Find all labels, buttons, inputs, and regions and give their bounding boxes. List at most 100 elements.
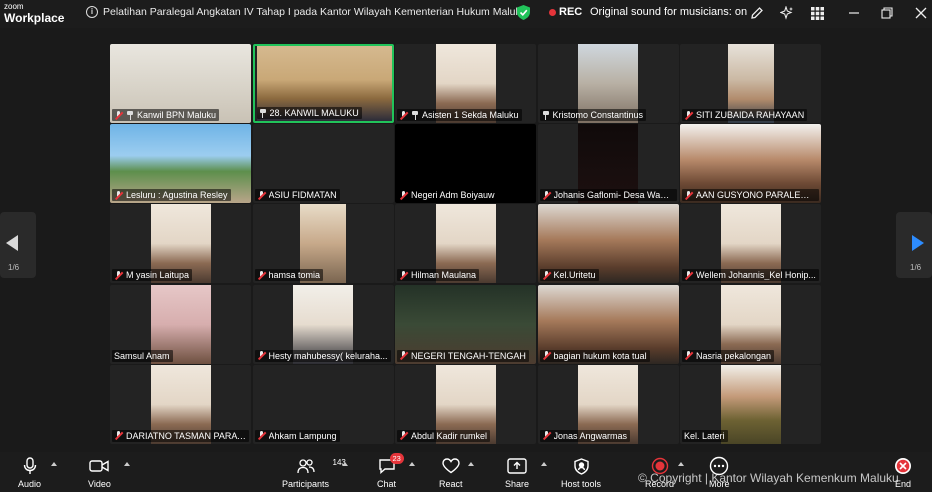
participant-name: Samsul Anam	[114, 350, 170, 361]
pin-icon	[259, 108, 267, 118]
share-options-caret-icon[interactable]	[541, 462, 547, 466]
heart-icon	[442, 456, 460, 476]
participant-tile[interactable]: Nasria pekalongan	[680, 284, 821, 364]
restore-icon[interactable]	[878, 4, 896, 22]
participant-name: Kanwil BPN Maluku	[137, 110, 217, 120]
microphone-icon	[23, 456, 37, 476]
participant-name-bar: Lesluru : Agustina Resley	[112, 189, 231, 202]
participant-name-bar: bagian hukum kota tual	[539, 349, 650, 362]
participant-name: M yasin Laitupa	[126, 270, 190, 281]
participant-tile[interactable]: Kel. Lateri	[680, 364, 821, 444]
participant-name-bar: hamsa tomia	[254, 269, 324, 282]
host-tools-button[interactable]: Host tools	[561, 456, 601, 489]
participant-name: AAN GUSYONO PARALEGAL...	[696, 190, 816, 201]
participant-name-bar: Samsul Anam	[112, 349, 173, 362]
copyright-watermark: © Copyright | Kantor Wilayah Kemenkum Ma…	[638, 471, 899, 485]
previous-page-button[interactable]: 1/6	[0, 212, 36, 278]
original-sound-status[interactable]: Original sound for musicians: on	[590, 6, 747, 18]
participant-tile[interactable]: ASIU FIDMATAN	[252, 124, 394, 204]
mic-muted-icon	[542, 190, 551, 200]
minimize-icon[interactable]	[845, 4, 863, 22]
participant-name-bar: Wellem Johannis_Kel Honip...	[682, 269, 819, 282]
info-icon[interactable]: i	[86, 6, 98, 18]
participant-tile[interactable]: DARIATNO TASMAN PARA ...	[110, 364, 251, 444]
mic-muted-icon	[114, 190, 124, 200]
video-button[interactable]: Video	[88, 456, 111, 489]
participant-name-bar: DARIATNO TASMAN PARA ...	[112, 429, 249, 442]
pencil-icon[interactable]	[748, 4, 766, 22]
participant-tile[interactable]: hamsa tomia	[252, 204, 394, 284]
participant-tile[interactable]: AAN GUSYONO PARALEGAL...	[680, 124, 821, 204]
participant-name: hamsa tomia	[268, 270, 321, 281]
video-options-caret-icon[interactable]	[124, 462, 130, 466]
mic-muted-icon	[542, 431, 551, 441]
chat-button[interactable]: 23 Chat	[377, 453, 404, 489]
host-tools-shield-icon	[573, 456, 589, 476]
record-options-caret-icon[interactable]	[678, 462, 684, 466]
participants-options-caret-icon[interactable]	[342, 462, 348, 466]
participant-tile[interactable]: Kel.Uritetu	[537, 204, 679, 284]
mic-muted-icon	[684, 270, 694, 280]
participant-tile[interactable]: Abdul Kadir rumkel	[395, 364, 536, 444]
mic-muted-icon	[257, 431, 266, 441]
mic-muted-icon	[114, 270, 124, 280]
audio-options-caret-icon[interactable]	[51, 462, 57, 466]
gallery-view: Kanwil BPN Maluku 28. KANWIL MALUKU Asiste…	[110, 44, 821, 444]
chat-options-caret-icon[interactable]	[409, 462, 415, 466]
participant-tile[interactable]: Lesluru : Agustina Resley	[110, 124, 251, 204]
mic-muted-icon	[399, 351, 409, 360]
participant-tile[interactable]: Hilman Maulana	[395, 204, 536, 284]
mic-muted-icon	[542, 351, 551, 360]
participant-name-bar: Johanis Gaflomi- Desa Wabl...	[539, 189, 677, 202]
participant-tile[interactable]: Jonas Angwarmas	[537, 364, 679, 444]
participant-tile[interactable]: Kristomo Constantinus	[537, 44, 679, 123]
audio-label: Audio	[18, 479, 42, 489]
mic-muted-icon	[114, 431, 124, 441]
next-page-button[interactable]: 1/6	[896, 212, 932, 278]
security-shield-icon[interactable]	[517, 5, 530, 20]
share-screen-icon	[507, 456, 527, 476]
participant-name-bar: Kristomo Constantinus	[539, 109, 647, 121]
participant-name: SITI ZUBAIDA RAHAYAAN	[696, 110, 805, 120]
participants-label: Participants	[282, 479, 330, 489]
participant-tile[interactable]: NEGERI TENGAH-TENGAH	[395, 284, 536, 364]
pin-icon	[411, 110, 419, 120]
mic-muted-icon	[257, 351, 266, 360]
react-options-caret-icon[interactable]	[468, 462, 474, 466]
participant-tile[interactable]: Negeri Adm Boiyauw	[395, 124, 536, 204]
video-label: Video	[88, 479, 111, 489]
participant-tile[interactable]: Samsul Anam	[110, 284, 251, 364]
title-bar: zoom Workplace i Pelatihan Paralegal Ang…	[0, 0, 932, 28]
participant-name: NEGERI TENGAH-TENGAH	[411, 350, 526, 361]
participant-tile[interactable]: Hesty mahubessy( keluraha...	[252, 284, 394, 364]
participant-tile[interactable]: Kanwil BPN Maluku	[110, 44, 251, 123]
pin-icon	[126, 110, 134, 120]
grid-icon[interactable]	[808, 4, 826, 22]
participant-name: 28. KANWIL MALUKU	[269, 108, 359, 118]
participant-name: Kel. Lateri	[684, 430, 725, 441]
participant-name-bar: 28. KANWIL MALUKU	[256, 107, 362, 119]
participant-name: Negeri Adm Boiyauw	[411, 190, 495, 201]
close-icon[interactable]	[912, 4, 930, 22]
participant-tile[interactable]: Ahkam Lampung	[252, 364, 394, 444]
participant-tile[interactable]: 28. KANWIL MALUKU	[252, 44, 394, 123]
chat-badge: 23	[389, 453, 404, 464]
audio-button[interactable]: Audio	[18, 456, 41, 489]
participant-tile[interactable]: bagian hukum kota tual	[537, 284, 679, 364]
react-button[interactable]: React	[439, 456, 463, 489]
mic-muted-icon	[542, 270, 551, 280]
share-button[interactable]: Share	[505, 456, 529, 489]
participant-tile[interactable]: Asisten 1 Sekda Maluku	[395, 44, 536, 123]
participant-tile[interactable]: Wellem Johannis_Kel Honip...	[680, 204, 821, 284]
participants-button[interactable]: 143 Participants	[282, 456, 346, 489]
mic-muted-icon	[257, 190, 266, 200]
mic-muted-icon	[399, 190, 409, 200]
participant-name-bar: Nasria pekalongan	[682, 349, 775, 362]
sparkle-icon[interactable]	[778, 4, 796, 22]
participant-tile[interactable]: M yasin Laitupa	[110, 204, 251, 284]
participant-name: Abdul Kadir rumkel	[411, 430, 488, 441]
participant-name: Nasria pekalongan	[696, 350, 772, 361]
mic-muted-icon	[399, 431, 409, 441]
participant-tile[interactable]: SITI ZUBAIDA RAHAYAAN	[680, 44, 821, 123]
participant-tile[interactable]: Johanis Gaflomi- Desa Wabl...	[537, 124, 679, 204]
